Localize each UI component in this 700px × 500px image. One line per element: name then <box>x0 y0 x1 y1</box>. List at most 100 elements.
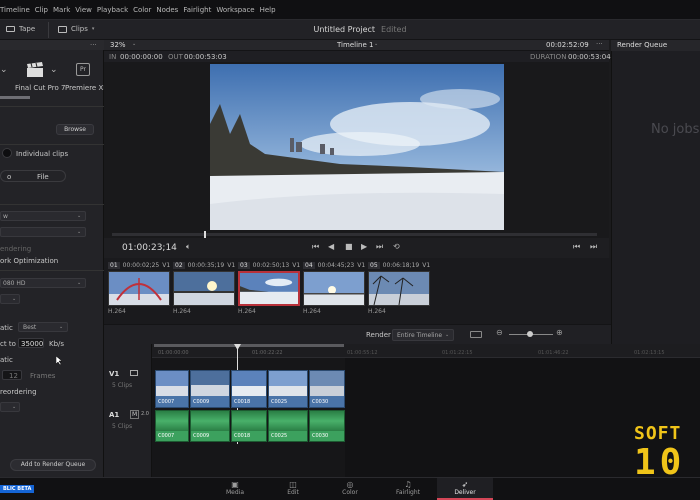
skip-to-start-icon[interactable]: ⏮︎ <box>312 242 319 252</box>
video-clip[interactable]: C0009 <box>190 370 230 408</box>
clip-thumbnail[interactable]: 02 00:00:35;19 V1 H.264 <box>173 260 235 315</box>
in-value: 00:00:00:00 <box>120 53 163 61</box>
network-optimization-label: ork Optimization <box>0 257 59 265</box>
mute-button[interactable]: M <box>130 410 140 419</box>
preset-scrollbar[interactable] <box>0 96 30 99</box>
menu-clip[interactable]: Clip <box>35 6 48 14</box>
page-tab-color[interactable]: ◎ Color <box>322 478 378 500</box>
video-clip[interactable]: C0018 <box>231 370 267 408</box>
zoom-in-icon[interactable]: ⊕ <box>556 328 563 337</box>
clip-label: C0018 <box>232 396 266 407</box>
menu-view[interactable]: View <box>75 6 92 14</box>
chevron-down-icon: ⌄ <box>59 324 64 330</box>
audio-clip[interactable]: C0007 <box>155 410 189 442</box>
quality-dropdown[interactable]: Best ⌄ <box>18 322 68 332</box>
stop-icon[interactable]: ■ <box>345 242 353 251</box>
monitor-icon[interactable] <box>130 370 138 376</box>
premiere-icon[interactable]: Pr <box>76 63 90 76</box>
menu-timeline[interactable]: Timeline <box>0 6 30 14</box>
frames-input[interactable]: 12 <box>2 370 22 380</box>
reverse-play-icon[interactable]: ◀ <box>328 242 334 251</box>
menu-mark[interactable]: Mark <box>53 6 70 14</box>
format-value: w <box>3 213 8 220</box>
deliver-icon: ➶ <box>461 480 469 489</box>
render-settings-panel: ··· ⌄ ⌄ Pr Final Cut Pro 7 Premiere XML … <box>0 40 113 477</box>
clip-timecode: 00:06:18;19 <box>382 261 420 269</box>
resolution-dropdown[interactable]: 080 HD ⌄ <box>0 278 86 288</box>
track-headers: V1 5 Clips A1 M 2.0 5 Clips <box>104 344 152 477</box>
individual-clips-radio[interactable] <box>2 148 12 158</box>
project-title: Untitled Project Edited <box>260 25 460 34</box>
page-tab-media[interactable]: ▣ Media <box>207 478 263 500</box>
project-name: Untitled Project <box>313 25 376 34</box>
clip-format: H.264 <box>303 308 321 315</box>
menu-workspace[interactable]: Workspace <box>216 6 254 14</box>
format-dropdown[interactable]: w ⌄ <box>0 211 86 221</box>
page-tab-deliver[interactable]: ➶ Deliver <box>437 478 493 500</box>
preset-fcp7[interactable]: Final Cut Pro 7 <box>15 84 65 92</box>
keyboard-icon[interactable] <box>470 331 482 338</box>
render-label: Render <box>366 331 391 339</box>
speaker-icon[interactable]: 🔈︎ <box>186 242 191 252</box>
clip-thumbnail[interactable]: 04 00:04:45;23 V1 H.264 <box>303 260 365 315</box>
menu-playback[interactable]: Playback <box>97 6 128 14</box>
keyframes-label: atic <box>0 356 13 364</box>
more-options-icon[interactable]: ··· <box>596 40 603 48</box>
zoom-value[interactable]: 32% <box>110 41 126 49</box>
viewer-scrub-bar[interactable] <box>112 231 597 238</box>
toolbar-divider <box>48 22 49 38</box>
more-options-icon[interactable]: ··· <box>90 41 97 49</box>
prev-clip-icon[interactable]: ⏮︎ <box>573 242 580 252</box>
tab-file[interactable]: File <box>37 173 49 181</box>
render-range-dropdown[interactable]: Entire Timeline ⌄ <box>392 329 454 341</box>
video-clip[interactable]: C0030 <box>309 370 345 408</box>
audio-clip[interactable]: C0030 <box>309 410 345 442</box>
reorder-dropdown[interactable]: ⌄ <box>0 402 20 412</box>
bitrate-input[interactable]: 35000 <box>18 338 44 348</box>
media-icon: ▣ <box>231 480 239 489</box>
audio-clip[interactable]: C0018 <box>231 410 267 442</box>
video-clip[interactable]: C0007 <box>155 370 189 408</box>
browse-button[interactable]: Browse <box>56 124 94 135</box>
clip-thumbnail-selected[interactable]: 03 00:02:50;13 V1 H.264 <box>238 260 300 315</box>
clip-label: C0025 <box>269 396 307 407</box>
a1-track-name: A1 <box>109 411 120 419</box>
menu-nodes[interactable]: Nodes <box>156 6 178 14</box>
codec-dropdown[interactable]: ⌄ <box>0 227 86 237</box>
tape-button[interactable]: Tape <box>6 25 35 33</box>
next-clip-icon[interactable]: ⏭︎ <box>590 242 597 252</box>
menu-fairlight[interactable]: Fairlight <box>183 6 211 14</box>
zoom-out-icon[interactable]: ⊖ <box>496 328 503 337</box>
audio-clip[interactable]: C0009 <box>190 410 230 442</box>
page-tab-fairlight[interactable]: ♫ Fairlight <box>380 478 436 500</box>
scrub-playhead[interactable] <box>204 231 206 238</box>
play-icon[interactable]: ▶ <box>361 242 367 251</box>
video-clip[interactable]: C0025 <box>268 370 308 408</box>
ruler-mark: 01:01:22:15 <box>442 350 473 356</box>
menu-color[interactable]: Color <box>133 6 151 14</box>
clip-format: H.264 <box>368 308 386 315</box>
clip-number: 01 <box>108 261 120 269</box>
add-to-render-queue-button[interactable]: Add to Render Queue <box>10 459 96 471</box>
divider <box>0 204 104 205</box>
skip-to-end-icon[interactable]: ⏭︎ <box>376 242 383 252</box>
clip-thumbnail[interactable]: 05 00:06:18;19 V1 H.264 <box>368 260 430 315</box>
timeline-ruler[interactable]: 01:00:00:00 01:00:22:22 01:00:55:12 01:0… <box>152 344 700 358</box>
clip-thumbnail[interactable]: 01 00:00:02;25 V1 H.264 <box>108 260 170 315</box>
clips-button[interactable]: Clips ▾ <box>58 25 94 33</box>
tab-single[interactable]: o <box>7 173 11 181</box>
clip-number: 05 <box>368 261 380 269</box>
mouse-cursor-icon <box>55 355 64 366</box>
bitrate-value: 35000 <box>21 340 44 348</box>
menu-help[interactable]: Help <box>260 6 276 14</box>
frame-rate-dropdown[interactable]: ⌄ <box>0 294 20 304</box>
zoom-slider-handle[interactable] <box>527 331 533 337</box>
clip-label: C0030 <box>310 396 344 407</box>
loop-icon[interactable]: ⟲ <box>393 242 400 251</box>
timeline-name[interactable]: Timeline 1 <box>337 41 373 49</box>
page-tab-edit[interactable]: ◫ Edit <box>265 478 321 500</box>
clips-icon <box>58 25 67 33</box>
clapper-icon[interactable] <box>25 62 45 78</box>
audio-clip[interactable]: C0025 <box>268 410 308 442</box>
clip-number: 03 <box>238 261 250 269</box>
